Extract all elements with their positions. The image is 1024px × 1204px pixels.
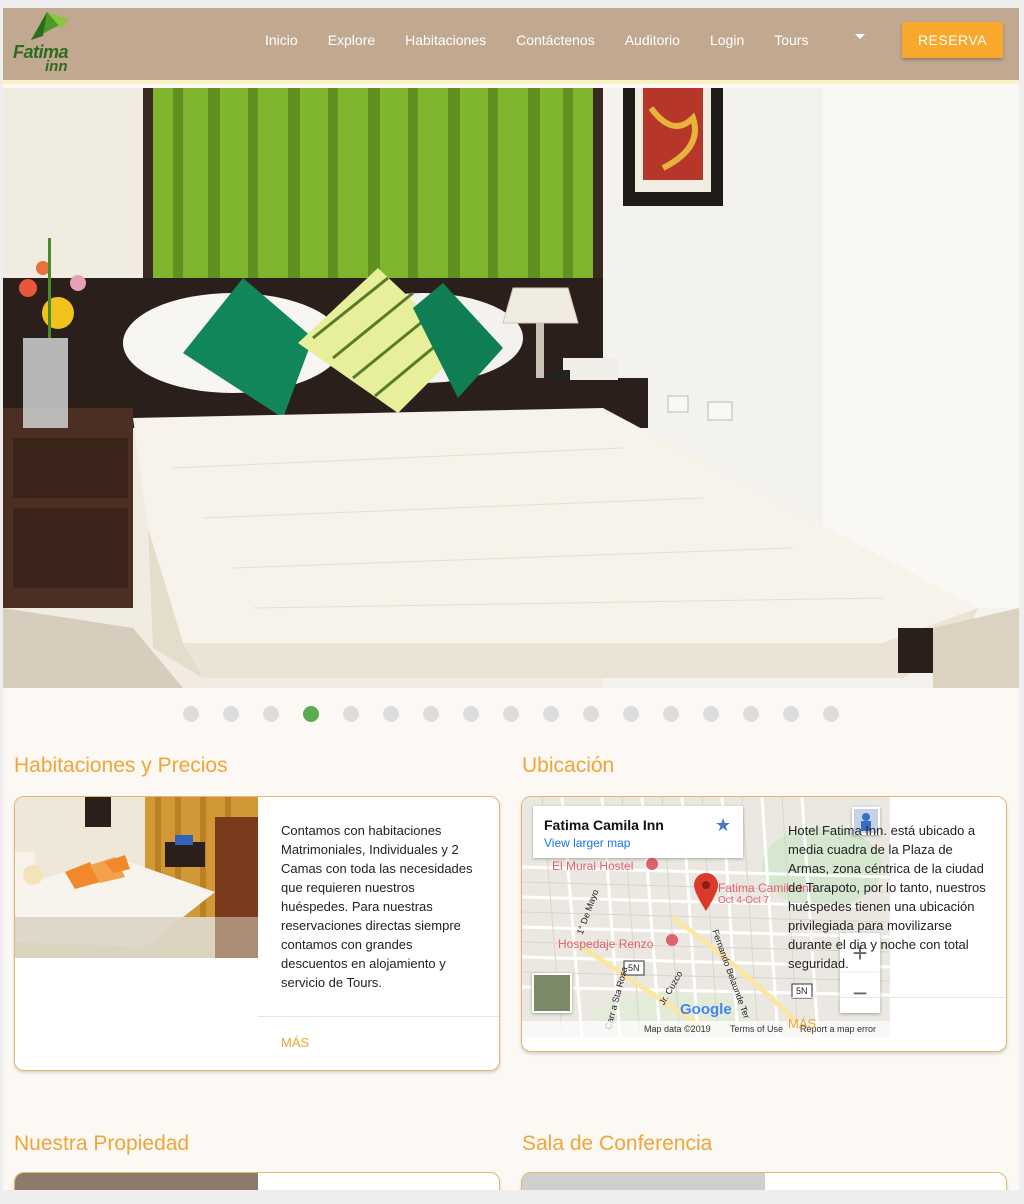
reserve-button[interactable]: RESERVA (902, 22, 1003, 58)
rooms-more-link[interactable]: MÁS (281, 1035, 309, 1050)
rooms-card: Contamos con habitaciones Matrimoniales,… (14, 796, 500, 1071)
route-shield: 5N (628, 963, 640, 973)
logo[interactable]: Fatima inn (7, 10, 89, 76)
nav-login[interactable]: Login (710, 32, 744, 48)
view-larger-map-link[interactable]: View larger map (544, 836, 630, 850)
map-data-text: Map data ©2019 (644, 1024, 711, 1034)
slider-dot[interactable] (703, 706, 719, 722)
slider-dots (183, 706, 863, 722)
slider-dot[interactable] (543, 706, 559, 722)
slider-dot[interactable] (383, 706, 399, 722)
google-logo: Google (680, 1001, 732, 1018)
divider (258, 1016, 499, 1017)
slider-dot[interactable] (583, 706, 599, 722)
location-title: Ubicación (522, 754, 615, 777)
property-photo[interactable] (15, 1173, 258, 1190)
chevron-down-icon[interactable] (855, 34, 865, 39)
slider-dot[interactable] (423, 706, 439, 722)
location-description: Hotel Fatima Inn. está ubicado a media c… (788, 823, 986, 971)
poi-hospedaje-renzo[interactable]: Hospedaje Renzo (558, 937, 653, 951)
page: Fatima inn Inicio Explore Habitaciones C… (3, 8, 1019, 1190)
location-card: Fatima Camila Inn Oct 4-Oct 7 El Mural H… (521, 796, 1007, 1052)
slider-dot[interactable] (623, 706, 639, 722)
nav-links: Inicio Explore Habitaciones Contáctenos … (265, 30, 838, 50)
star-icon[interactable]: ★ (715, 815, 731, 836)
slider-dot[interactable] (823, 706, 839, 722)
nav-tours[interactable]: Tours (774, 32, 808, 48)
slider-dot[interactable] (463, 706, 479, 722)
brand-subname: inn (45, 58, 68, 75)
hero-image[interactable] (3, 88, 1019, 688)
marker-dates: Oct 4-Oct 7 (718, 895, 770, 906)
nav-explore[interactable]: Explore (328, 32, 375, 48)
property-title: Nuestra Propiedad (14, 1132, 190, 1155)
nav-inicio[interactable]: Inicio (265, 32, 298, 48)
slider-dot[interactable] (663, 706, 679, 722)
terms-link[interactable]: Terms of Use (730, 1024, 783, 1034)
property-card (14, 1172, 500, 1190)
slider-dot[interactable] (783, 706, 799, 722)
google-logo-text: Google (680, 1001, 732, 1018)
navbar: Fatima inn Inicio Explore Habitaciones C… (3, 8, 1019, 84)
slider-dot[interactable] (503, 706, 519, 722)
nav-habitaciones[interactable]: Habitaciones (405, 32, 486, 48)
rooms-title: Habitaciones y Precios (14, 754, 228, 777)
hero-bedroom-photo (3, 88, 1019, 688)
map-info-window: Fatima Camila Inn View larger map ★ (533, 806, 743, 858)
satellite-toggle[interactable] (532, 973, 572, 1013)
slider-dot[interactable] (743, 706, 759, 722)
slider-dot-active[interactable] (303, 706, 319, 722)
map-footer: Map data ©2019 Terms of Use Report a map… (522, 1021, 890, 1037)
rooms-photo[interactable] (15, 797, 258, 958)
zoom-out-button[interactable]: − (840, 973, 880, 1013)
slider-dot[interactable] (183, 706, 199, 722)
conference-photo[interactable] (522, 1173, 765, 1190)
slider-dot[interactable] (343, 706, 359, 722)
divider (765, 997, 1006, 998)
nav-contactenos[interactable]: Contáctenos (516, 32, 595, 48)
rooms-description: Contamos con habitaciones Matrimoniales,… (281, 823, 473, 990)
leaf-logo-icon (31, 12, 69, 40)
map-place-name: Fatima Camila Inn (544, 817, 664, 833)
slider-dot[interactable] (263, 706, 279, 722)
slider-dot[interactable] (223, 706, 239, 722)
poi-el-mural-hostel[interactable]: El Mural Hostel (552, 859, 633, 873)
conference-card (521, 1172, 1007, 1190)
map-pin-icon[interactable] (694, 873, 718, 911)
conference-title: Sala de Conferencia (522, 1132, 713, 1155)
location-more-link[interactable]: MÁS (788, 1016, 816, 1031)
route-shield: 5N (796, 986, 808, 996)
nav-auditorio[interactable]: Auditorio (625, 32, 680, 48)
